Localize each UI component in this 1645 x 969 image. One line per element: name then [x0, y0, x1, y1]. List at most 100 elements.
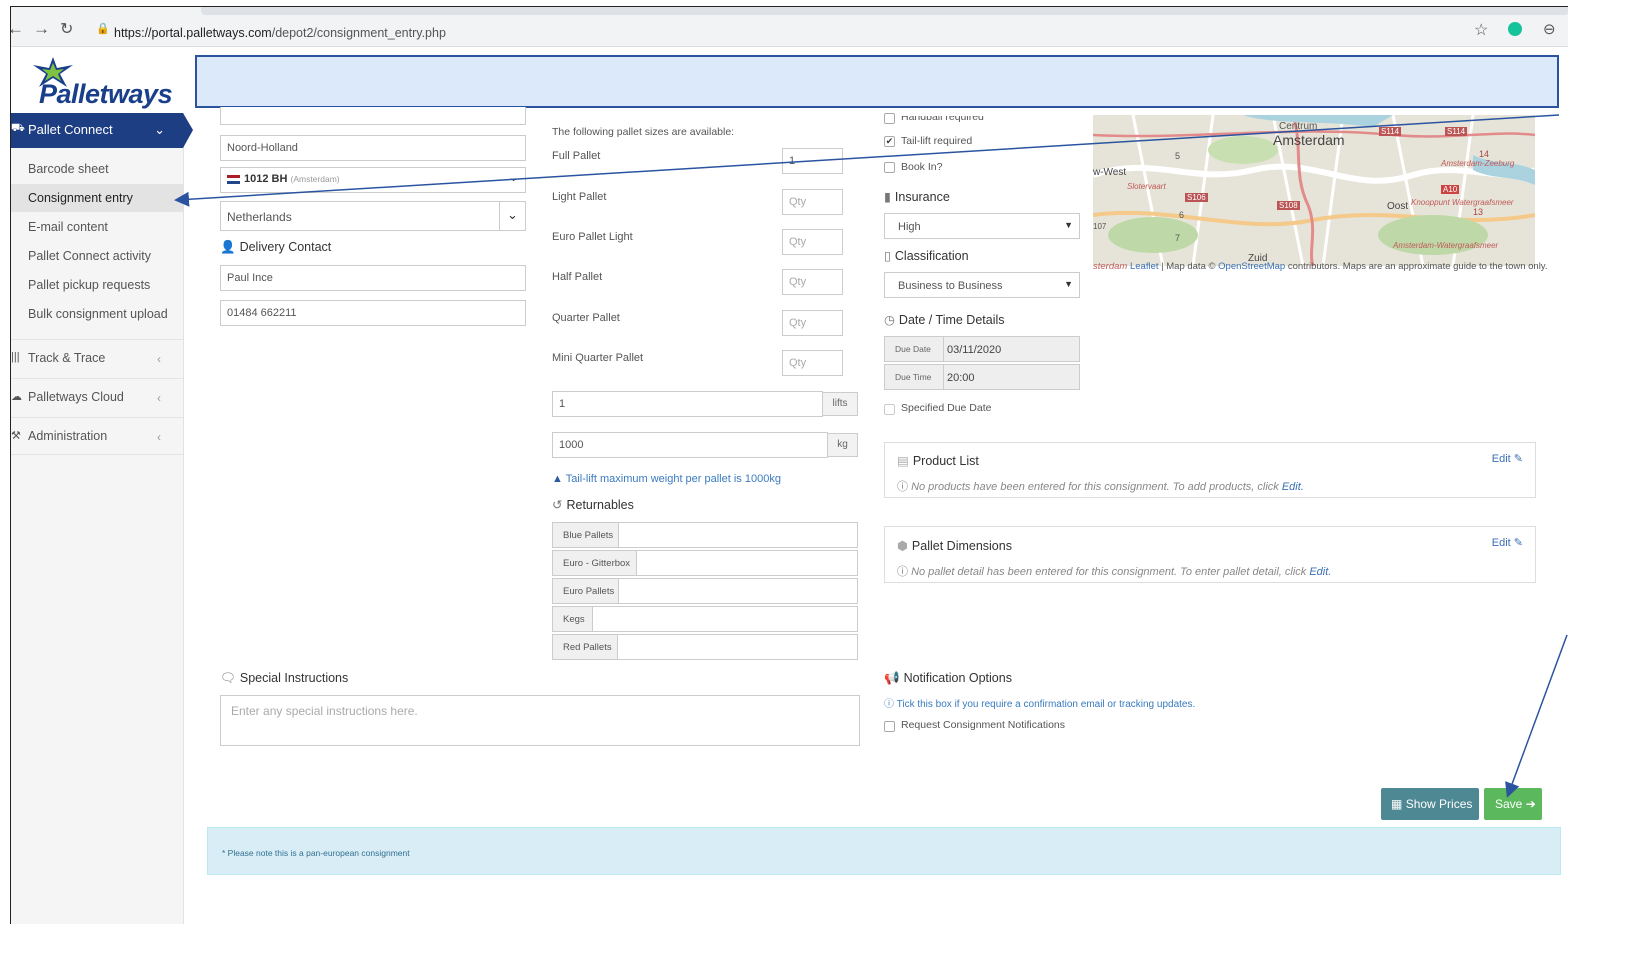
product-list-inline-edit-link[interactable]: Edit. — [1282, 481, 1304, 493]
browser-tabstrip — [201, 7, 1568, 15]
returnable-blue-pallets-input[interactable] — [618, 522, 858, 548]
sidebar-item-label: Barcode sheet — [28, 162, 109, 176]
due-date-label: Due Date — [895, 344, 931, 354]
save-button[interactable]: Save ➔ — [1484, 788, 1542, 820]
info-icon: ⓘ — [897, 566, 908, 578]
lifts-unit: lifts — [822, 392, 858, 416]
address-line-field[interactable] — [220, 107, 526, 125]
url-bar[interactable]: https://portal.palletways.com/depot2/con… — [114, 26, 446, 40]
region-field[interactable]: Noord-Holland — [220, 135, 526, 161]
product-list-edit-link[interactable]: Edit ✎ — [1492, 452, 1523, 465]
returnable-euro-pallets-label: Euro Pallets — [552, 578, 619, 604]
sidebar-item-bulk-consignment-upload[interactable]: Bulk consignment upload — [11, 300, 183, 328]
half-pallet-label: Half Pallet — [552, 271, 603, 283]
chevron-left-icon: ‹ — [157, 430, 161, 444]
map-label: Slotervaart — [1127, 182, 1166, 191]
bookin-checkbox[interactable] — [884, 162, 895, 173]
map-label: Amsterdam-Zeeburg — [1441, 159, 1515, 168]
full-pallet-qty-input[interactable]: 1 — [782, 148, 843, 174]
euro-pallet-light-qty-input[interactable]: Qty — [782, 229, 843, 255]
contact-phone-field[interactable]: 01484 662211 — [220, 300, 526, 326]
sidebar-section-administration[interactable]: ⚒ Administration ‹ — [11, 417, 183, 455]
sidebar-item-email-content[interactable]: E-mail content — [11, 213, 183, 241]
lifts-input[interactable]: 1 — [552, 391, 823, 417]
lock-icon: 🔒 — [96, 23, 110, 35]
map-label: Oost — [1387, 201, 1409, 212]
reload-icon[interactable]: ↻ — [60, 19, 73, 39]
weight-unit: kg — [827, 433, 858, 457]
openstreetmap-link[interactable]: OpenStreetMap — [1218, 261, 1285, 272]
sidebar-item-pallet-connect[interactable]: ⛟ Pallet Connect ⌄ — [11, 113, 183, 148]
show-prices-button[interactable]: ▦ Show Prices — [1381, 788, 1479, 820]
returnables-heading: ↺ Returnables — [552, 498, 634, 512]
sidebar-item-barcode-sheet[interactable]: Barcode sheet — [11, 155, 183, 183]
product-list-message: ⓘ No products have been entered for this… — [897, 481, 1304, 493]
sidebar-active-pointer — [183, 113, 193, 148]
contact-name-field[interactable]: Paul Ince — [220, 265, 526, 291]
returnable-kegs-input[interactable] — [592, 606, 858, 632]
back-arrow-icon[interactable]: ← — [11, 19, 24, 39]
special-instructions-heading: 🗨 Special Instructions — [220, 671, 349, 685]
sidebar-item-label: E-mail content — [28, 220, 108, 234]
country-select[interactable]: Netherlands ⌄ — [220, 201, 526, 231]
light-pallet-qty-input[interactable]: Qty — [782, 189, 843, 215]
euro-pallet-light-label: Euro Pallet Light — [552, 231, 633, 243]
returnable-euro-gitterbox-label: Euro - Gitterbox — [552, 550, 637, 576]
pallet-dimensions-message: ⓘ No pallet detail has been entered for … — [897, 566, 1332, 578]
sidebar-item-pallet-connect-activity[interactable]: Pallet Connect activity — [11, 242, 183, 270]
comment-icon: 🗨 — [220, 671, 236, 685]
due-date-value: 03/11/2020 — [947, 344, 1002, 356]
chevron-down-icon: ⌄ — [509, 172, 519, 184]
returnable-euro-gitterbox-input[interactable] — [636, 550, 858, 576]
barcode-icon: ||| — [11, 351, 20, 363]
request-notifications-label: Request Consignment Notifications — [901, 719, 1066, 731]
handball-checkbox[interactable] — [884, 113, 895, 124]
pallet-dimensions-edit-link[interactable]: Edit ✎ — [1492, 536, 1523, 549]
browser-toolbar: ← → ↻ 🔒 https://portal.palletways.com/de… — [11, 7, 1568, 47]
classification-select[interactable]: Business to Business ▼ — [884, 272, 1080, 298]
special-instructions-textarea[interactable]: Enter any special instructions here. — [220, 695, 860, 746]
bookmark-star-icon[interactable]: ☆ — [1474, 20, 1488, 40]
sidebar-section-palletways-cloud[interactable]: ☁ Palletways Cloud ‹ — [11, 378, 183, 416]
taillift-checkbox[interactable]: ✔ — [884, 136, 895, 147]
insurance-select[interactable]: High ▼ — [884, 213, 1080, 239]
sidebar-section-track-trace[interactable]: ||| Track & Trace ‹ — [11, 339, 183, 377]
specified-due-date-checkbox[interactable] — [884, 404, 895, 415]
pallet-dimensions-inline-edit-link[interactable]: Edit. — [1309, 566, 1331, 578]
profile-icon[interactable]: ⊖ — [1543, 20, 1556, 38]
due-date-field[interactable]: Due Date 03/11/2020 — [884, 336, 1080, 362]
returnable-euro-pallets-input[interactable] — [618, 578, 858, 604]
request-notifications-checkbox[interactable] — [884, 721, 895, 732]
half-pallet-qty-input[interactable]: Qty — [782, 269, 843, 295]
returnable-red-pallets-label: Red Pallets — [552, 634, 618, 660]
sidebar-item-consignment-entry[interactable]: Consignment entry — [11, 184, 183, 212]
returnable-red-pallets-input[interactable] — [617, 634, 858, 660]
mini-quarter-pallet-qty-input[interactable]: Qty — [782, 350, 843, 376]
bullhorn-icon: 📢 — [884, 671, 900, 685]
map-road-label: A10 — [1441, 185, 1460, 194]
quarter-pallet-qty-input[interactable]: Qty — [782, 310, 843, 336]
field-divider — [943, 365, 944, 389]
postcode-field[interactable]: 1012 BH (Amsterdam) — [220, 167, 526, 193]
light-pallet-label: Light Pallet — [552, 191, 607, 203]
handball-label: Handball required — [901, 111, 984, 123]
location-map[interactable]: Centrum Amsterdam w-West Slotervaart Oos… — [1093, 115, 1535, 266]
due-time-field[interactable]: Due Time 20:00 — [884, 364, 1080, 390]
weight-input[interactable]: 1000 — [552, 432, 828, 458]
country-value: Netherlands — [227, 210, 292, 224]
info-icon: ⓘ — [884, 699, 894, 710]
truck-icon: ⛟ — [11, 122, 25, 134]
leaflet-link[interactable]: Leaflet — [1130, 261, 1159, 272]
field-divider — [943, 337, 944, 361]
chevron-left-icon: ‹ — [157, 352, 161, 366]
grammarly-extension-icon[interactable] — [1508, 22, 1522, 36]
insurance-value: High — [898, 221, 921, 233]
sidebar-item-pallet-pickup-requests[interactable]: Pallet pickup requests — [11, 271, 183, 299]
map-label: Knooppunt Watergraafsmeer — [1411, 198, 1514, 207]
chevron-left-icon: ‹ — [157, 391, 161, 405]
forward-arrow-icon[interactable]: → — [33, 19, 50, 39]
sidebar-item-label: Bulk consignment upload — [28, 307, 168, 321]
warning-icon: ▲ — [552, 473, 563, 485]
taillift-warning: ▲ Tail-lift maximum weight per pallet is… — [552, 473, 781, 485]
palletways-logo[interactable]: Palletways — [15, 53, 191, 111]
